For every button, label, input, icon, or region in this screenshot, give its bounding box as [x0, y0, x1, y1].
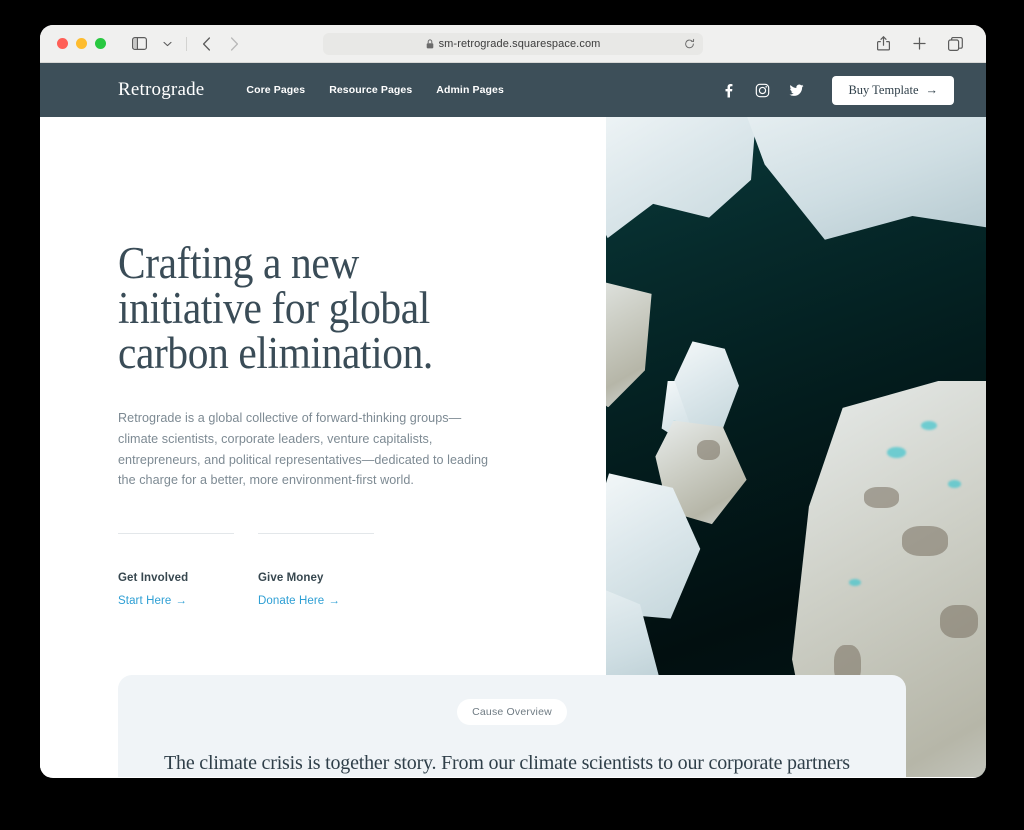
- nav-item-core-pages[interactable]: Core Pages: [246, 84, 305, 96]
- window-traffic-lights: [57, 38, 106, 49]
- cta-divider: [258, 533, 374, 535]
- address-bar-url: sm-retrograde.squarespace.com: [438, 37, 601, 50]
- buy-template-label: Buy Template: [848, 82, 919, 97]
- sediment-patch: [940, 605, 979, 639]
- cta-link-start-here-label: Start Here: [118, 595, 172, 608]
- sediment-patch: [864, 486, 899, 508]
- address-bar[interactable]: sm-retrograde.squarespace.com: [323, 32, 703, 55]
- minimize-window-button[interactable]: [76, 38, 87, 49]
- close-window-button[interactable]: [57, 38, 68, 49]
- cta-divider: [118, 533, 234, 535]
- cta-title-get-involved: Get Involved: [118, 572, 189, 585]
- nav-item-admin-pages[interactable]: Admin Pages: [436, 84, 504, 96]
- new-tab-icon[interactable]: [908, 33, 930, 55]
- header-actions: Buy Template →: [720, 75, 954, 105]
- headline-line-3: carbon elimination.: [118, 328, 433, 378]
- instagram-icon[interactable]: [754, 82, 770, 98]
- site-logo[interactable]: Retrograde: [118, 79, 204, 101]
- sidebar-toggle-icon[interactable]: [128, 33, 150, 55]
- buy-template-button[interactable]: Buy Template →: [832, 75, 954, 105]
- toolbar-divider: [186, 36, 187, 51]
- screenshot-stage: sm-retrograde.squarespace.com Retrograde…: [0, 0, 1024, 830]
- chevron-down-icon[interactable]: [156, 33, 178, 55]
- cause-overview-card: Cause Overview The climate crisis is tog…: [118, 675, 906, 777]
- browser-window: sm-retrograde.squarespace.com Retrograde…: [40, 25, 986, 778]
- headline-line-2: initiative for global: [118, 283, 430, 333]
- facebook-icon[interactable]: [720, 82, 736, 98]
- cta-link-donate-here[interactable]: Donate Here →: [258, 595, 340, 607]
- meltwater-pool: [948, 480, 962, 488]
- navigation-controls: [128, 33, 245, 55]
- nav-item-resource-pages[interactable]: Resource Pages: [329, 84, 412, 96]
- cta-get-involved: Get Involved Start Here →: [118, 533, 234, 609]
- page-viewport: Retrograde Core Pages Resource Pages Adm…: [40, 63, 986, 777]
- page-title: Crafting a new initiative for global car…: [118, 241, 468, 376]
- primary-navigation: Core Pages Resource Pages Admin Pages: [246, 84, 504, 96]
- hero-cta-group: Get Involved Start Here → Give Money Don…: [118, 533, 606, 609]
- arrow-right-icon: →: [175, 595, 188, 608]
- cta-link-start-here[interactable]: Start Here →: [118, 595, 187, 607]
- maximize-window-button[interactable]: [95, 38, 106, 49]
- status-badge: Cause Overview: [457, 699, 567, 725]
- hero-description: Retrograde is a global collective of for…: [118, 411, 489, 488]
- hero-section: Crafting a new initiative for global car…: [40, 117, 986, 777]
- headline-line-1: Crafting a new: [118, 238, 359, 288]
- arrow-right-icon: →: [925, 82, 939, 97]
- back-icon[interactable]: [195, 33, 217, 55]
- sediment-patch: [902, 526, 948, 556]
- cause-overview-heading: The climate crisis is together story. Fr…: [164, 752, 850, 774]
- site-header: Retrograde Core Pages Resource Pages Adm…: [40, 63, 986, 117]
- share-icon[interactable]: [872, 33, 894, 55]
- arrow-right-icon: →: [328, 595, 340, 608]
- cta-link-donate-here-label: Donate Here: [258, 595, 325, 608]
- forward-icon[interactable]: [223, 33, 245, 55]
- reload-icon[interactable]: [684, 38, 695, 49]
- toolbar-right-controls: [872, 33, 974, 55]
- ice-floe: [606, 117, 758, 239]
- twitter-icon[interactable]: [788, 82, 804, 98]
- browser-toolbar: sm-retrograde.squarespace.com: [40, 25, 986, 63]
- tab-overview-icon[interactable]: [944, 33, 966, 55]
- meltwater-pool: [887, 447, 907, 458]
- sediment-patch: [697, 440, 720, 461]
- ice-floe: [606, 275, 652, 408]
- meltwater-pool: [921, 420, 937, 430]
- cta-give-money: Give Money Donate Here →: [258, 533, 374, 609]
- ice-floe: [742, 117, 986, 240]
- meltwater-pool: [849, 579, 861, 586]
- lock-icon: [426, 38, 434, 49]
- cta-title-give-money: Give Money: [258, 572, 324, 585]
